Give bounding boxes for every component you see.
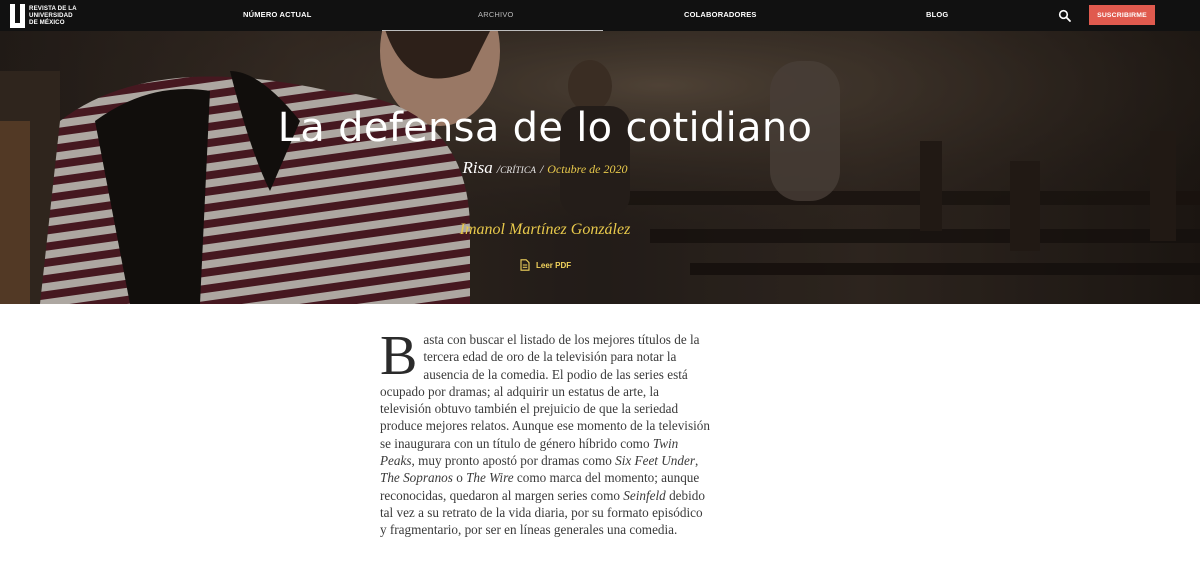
show-title: The Sopranos bbox=[380, 470, 453, 486]
top-navigation-bar: REVISTA DE LA UNIVERSIDAD DE MÉXICO NÚME… bbox=[0, 0, 1200, 31]
site-logo[interactable]: REVISTA DE LA UNIVERSIDAD DE MÉXICO bbox=[10, 3, 89, 28]
nav-item-blog[interactable]: BLOG bbox=[926, 10, 948, 19]
search-icon[interactable] bbox=[1058, 9, 1072, 23]
author-link[interactable]: Imanol Martínez González bbox=[0, 221, 1090, 239]
article-paragraph: Basta con buscar el listado de los mejor… bbox=[380, 325, 710, 538]
article-body: Basta con buscar el listado de los mejor… bbox=[380, 325, 710, 539]
drop-cap: B bbox=[380, 325, 418, 387]
read-pdf-link[interactable]: Leer PDF bbox=[520, 258, 571, 272]
article-type: crítica bbox=[500, 166, 536, 176]
nav-item-archivo[interactable]: ARCHIVO bbox=[478, 10, 514, 19]
meta-separator: / bbox=[539, 162, 544, 176]
nav-item-colaboradores[interactable]: COLABORADORES bbox=[684, 10, 757, 19]
document-icon bbox=[520, 259, 530, 271]
article-hero: La defensa de lo cotidiano Risa /crítica… bbox=[0, 31, 1200, 304]
show-title: The Wire bbox=[466, 470, 514, 486]
article-meta: Risa /crítica / Octubre de 2020 bbox=[0, 158, 1090, 178]
show-title: Six Feet Under bbox=[615, 453, 695, 469]
show-title: Seinfeld bbox=[623, 487, 666, 503]
article-title: La defensa de lo cotidiano bbox=[277, 105, 813, 151]
nav-item-numero-actual[interactable]: NÚMERO ACTUAL bbox=[243, 10, 312, 19]
issue-date-link[interactable]: Octubre de 2020 bbox=[547, 162, 627, 176]
read-pdf-label: Leer PDF bbox=[536, 260, 572, 270]
section-link[interactable]: Risa bbox=[462, 158, 492, 177]
logo-text: REVISTA DE LA UNIVERSIDAD DE MÉXICO bbox=[29, 5, 77, 26]
subscribe-button[interactable]: SUSCRIBIRME bbox=[1089, 5, 1155, 25]
logo-u-mark bbox=[10, 3, 25, 28]
